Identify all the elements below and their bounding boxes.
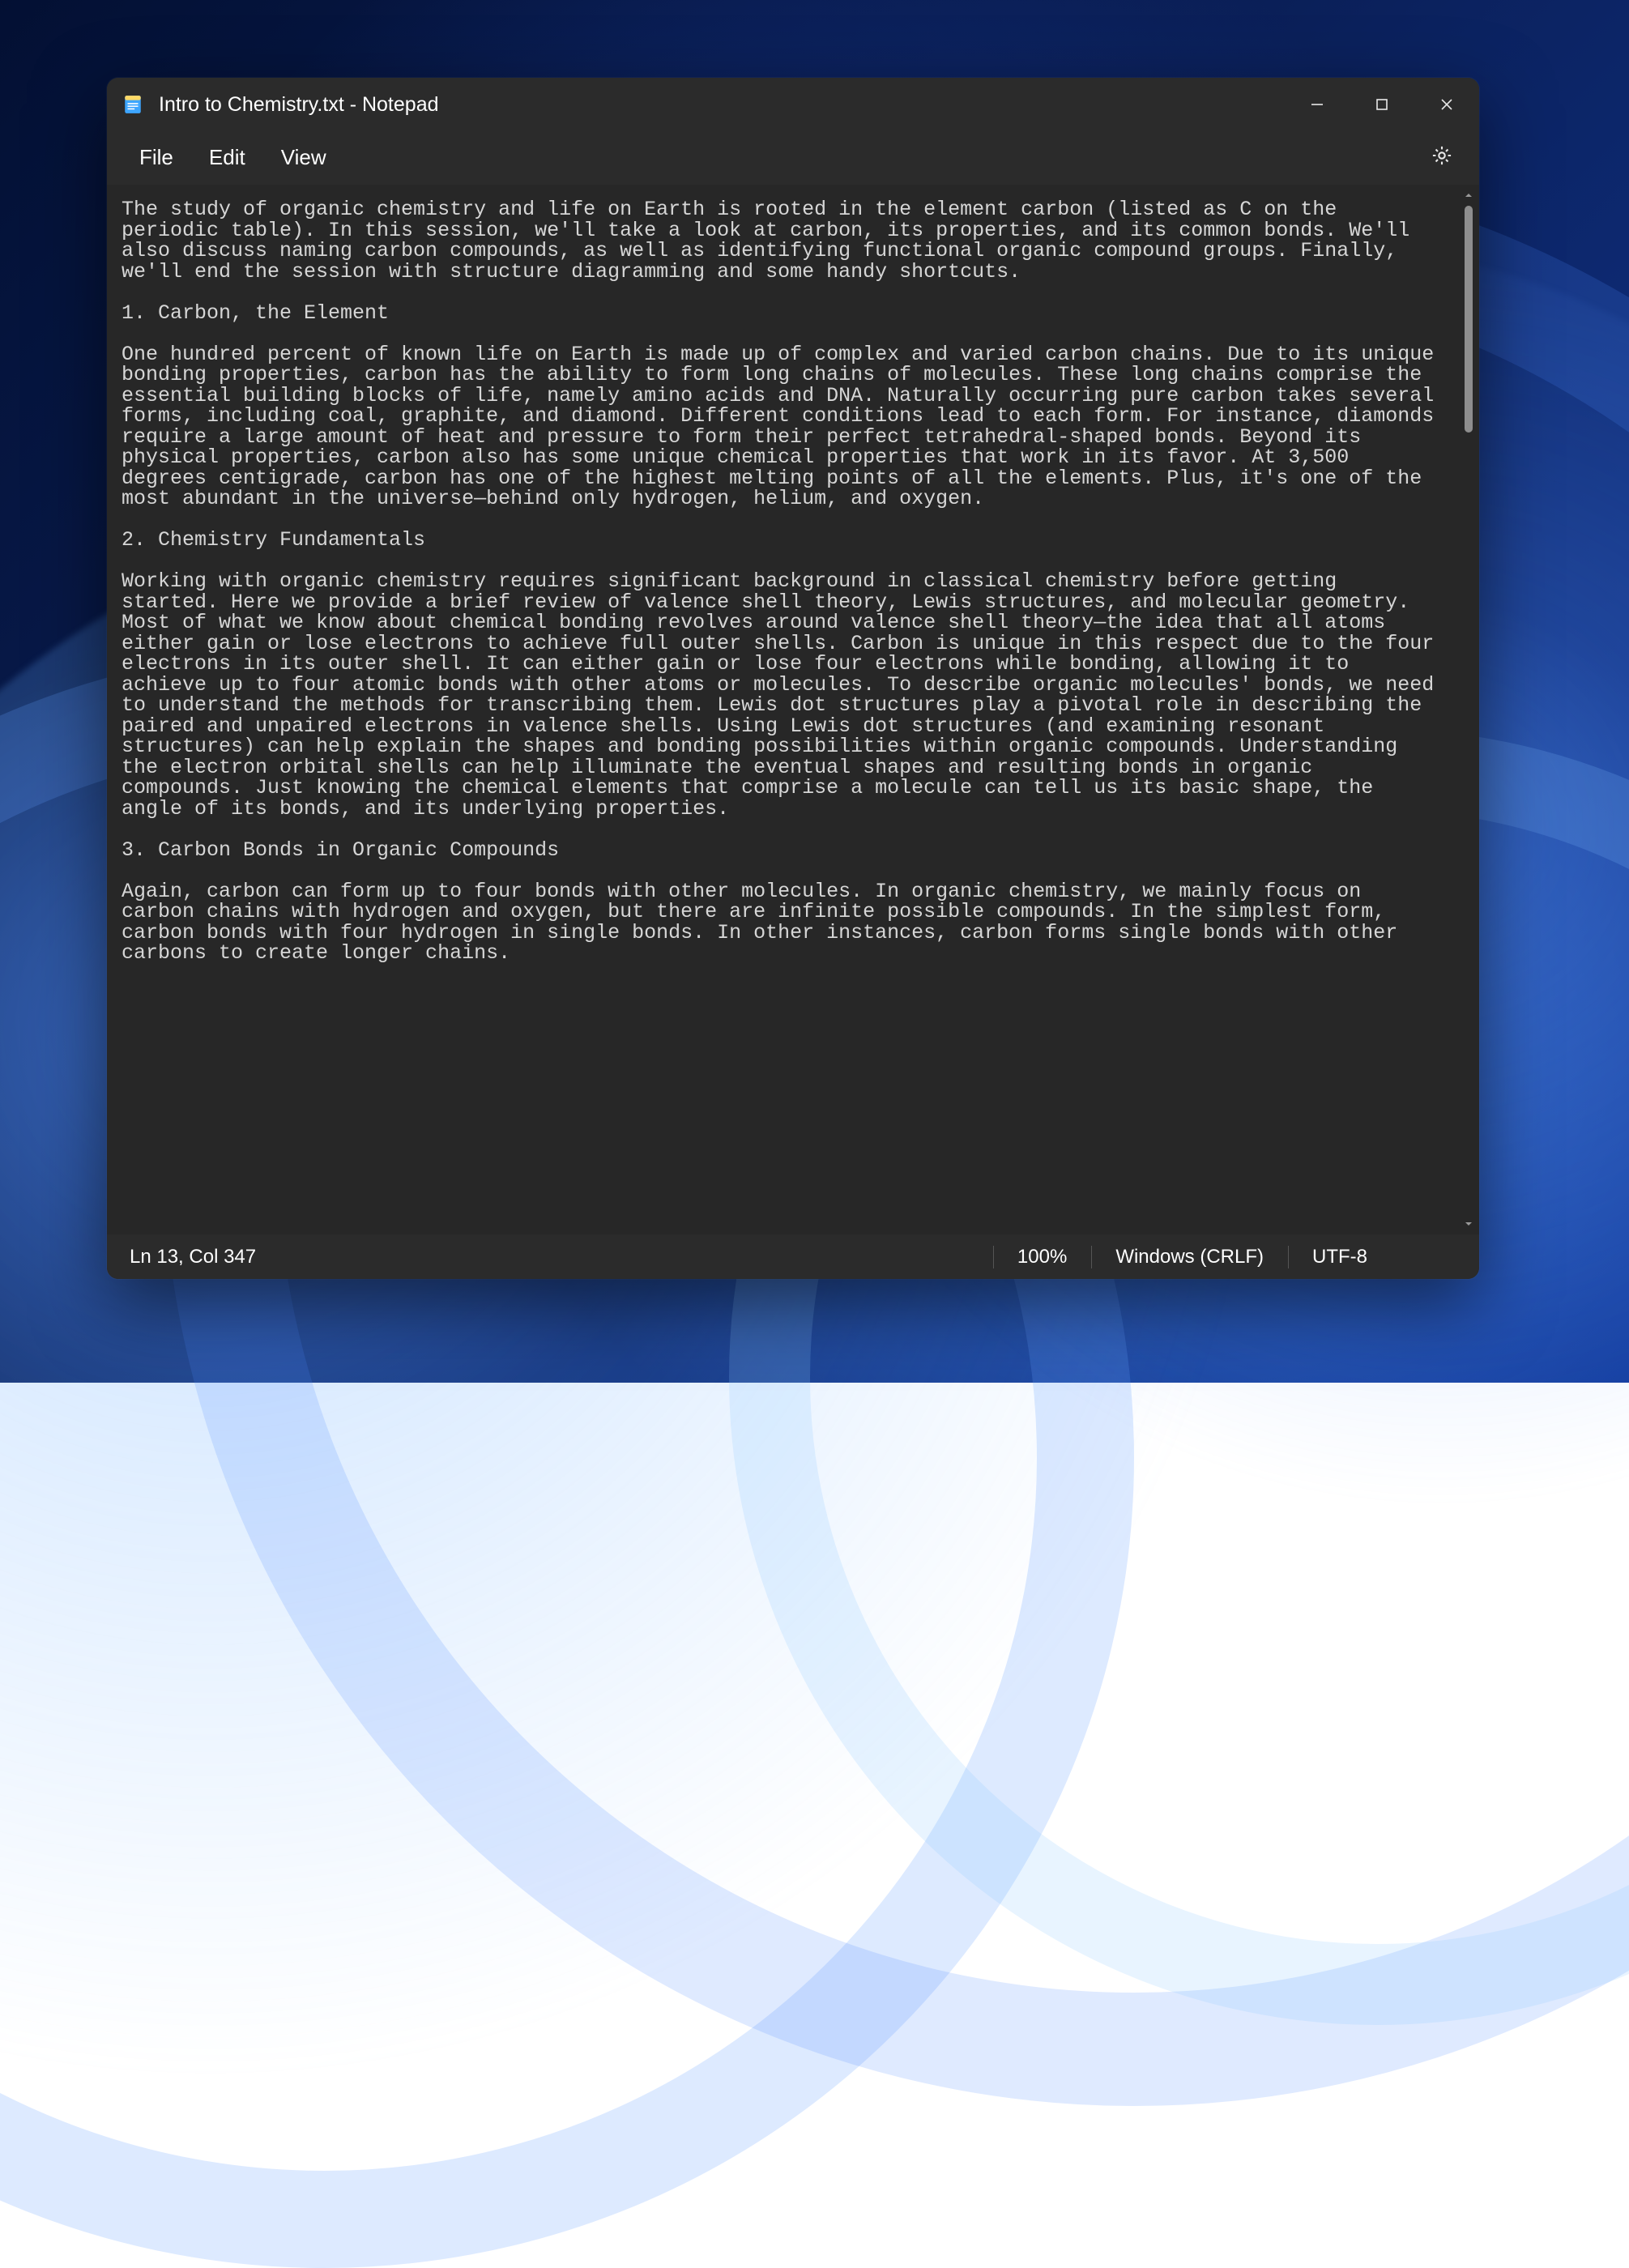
window-controls: [1285, 78, 1479, 131]
status-encoding[interactable]: UTF-8: [1288, 1243, 1465, 1272]
close-button[interactable]: [1414, 78, 1479, 131]
text-editor[interactable]: The study of organic chemistry and life …: [107, 185, 1458, 1234]
status-zoom[interactable]: 100%: [993, 1243, 1091, 1272]
notepad-window: Intro to Chemistry.txt - Notepad File Ed…: [107, 78, 1479, 1279]
menu-edit[interactable]: Edit: [191, 137, 263, 178]
statusbar: Ln 13, Col 347 100% Windows (CRLF) UTF-8: [107, 1234, 1479, 1279]
scrollbar-thumb[interactable]: [1465, 206, 1473, 433]
settings-button[interactable]: [1419, 136, 1465, 179]
titlebar[interactable]: Intro to Chemistry.txt - Notepad: [107, 78, 1479, 131]
scroll-up-button[interactable]: [1458, 185, 1479, 206]
scroll-down-button[interactable]: [1458, 1213, 1479, 1234]
status-cursor-position: Ln 13, Col 347: [122, 1243, 280, 1272]
minimize-button[interactable]: [1285, 78, 1350, 131]
editor-area: The study of organic chemistry and life …: [107, 185, 1479, 1234]
maximize-button[interactable]: [1350, 78, 1414, 131]
vertical-scrollbar[interactable]: [1458, 185, 1479, 1234]
window-title: Intro to Chemistry.txt - Notepad: [159, 93, 439, 117]
scrollbar-track[interactable]: [1458, 206, 1479, 1213]
notepad-icon: [122, 93, 144, 116]
menubar: File Edit View: [107, 131, 1479, 185]
gear-icon: [1431, 156, 1453, 170]
menu-file[interactable]: File: [122, 137, 191, 178]
status-line-ending[interactable]: Windows (CRLF): [1091, 1243, 1288, 1272]
menu-view[interactable]: View: [263, 137, 344, 178]
